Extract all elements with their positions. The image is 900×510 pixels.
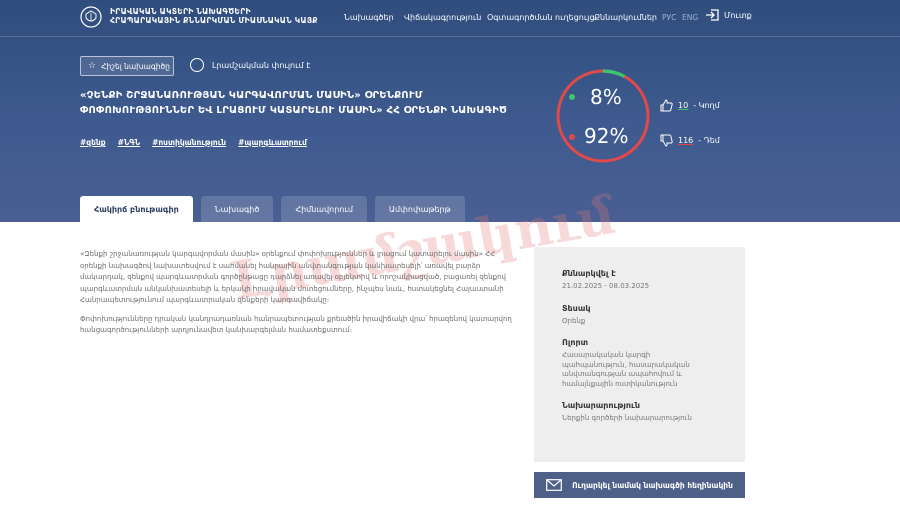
star-icon: ☆	[88, 61, 97, 71]
tag-weapon[interactable]: #զենք	[80, 138, 106, 147]
login-link[interactable]: Մուտք	[705, 9, 752, 21]
site-name[interactable]: ԻՐԱՎԱԿԱՆ ԱԿՏԵՐԻ ՆԱԽԱԳԾԵՐԻ ՀՐԱՊԱՐԱԿԱՅԻՆ Ք…	[110, 7, 318, 25]
info-label: Տեսակ	[562, 303, 591, 313]
info-value: Հասարակական կարգի պահպանություն, հասարակ…	[562, 351, 690, 388]
site-name-line1: ԻՐԱՎԱԿԱՆ ԱԿՏԵՐԻ ՆԱԽԱԳԾԵՐԻ	[110, 7, 251, 16]
info-value: Ներքին գործերի նախարարություն	[562, 414, 692, 422]
info-value: Օրենք	[562, 316, 586, 325]
thumbs-down-icon	[660, 134, 673, 147]
against-label: - Դեմ	[698, 136, 720, 145]
project-info-panel: Քննարկվել է 21.02.2025 - 08.03.2025 Տեսա…	[534, 247, 745, 462]
nav-user-guide[interactable]: Օգտագործման ուղեցույց	[487, 13, 595, 22]
login-label: Մուտք	[724, 10, 752, 20]
info-value: 21.02.2025 - 08.03.2025	[562, 282, 650, 290]
tag-list: #զենք #ՆԳՆ #ոստիկանություն #պարգևատրում	[80, 138, 307, 147]
against-dot	[569, 134, 575, 140]
site-name-line2: ՀՐԱՊԱՐԱԿԱՅԻՆ ՔՆՆԱՐԿՄԱՆ ՄԻԱՍՆԱԿԱՆ ԿԱՅՔ	[110, 16, 318, 25]
coat-of-arms-logo[interactable]	[80, 6, 102, 28]
for-count: 10	[678, 101, 689, 110]
against-count: 116	[678, 136, 694, 145]
email-author-button[interactable]: Ուղարկել նամակ նախագծի հեղինակին	[534, 472, 745, 498]
for-percent: 8%	[590, 85, 622, 109]
tag-ministry[interactable]: #ՆԳՆ	[118, 138, 140, 147]
tag-award[interactable]: #պարգևատրում	[238, 138, 307, 147]
vote-for[interactable]: 10 - Կողմ	[660, 99, 720, 112]
project-status: Լրամշակման փուլում է	[190, 58, 310, 72]
tab-summary[interactable]: Հակիրճ բնութագիր	[80, 196, 193, 222]
remember-project-button[interactable]: ☆ Հիշել նախագիծը	[80, 56, 174, 76]
tab-draft[interactable]: Նախագիծ	[200, 196, 274, 222]
login-icon	[706, 9, 719, 21]
thumbs-up-icon	[660, 99, 673, 112]
info-discussed: Քննարկվել է 21.02.2025 - 08.03.2025	[562, 269, 745, 292]
top-navigation-bar: ԻՐԱՎԱԿԱՆ ԱԿՏԵՐԻ ՆԱԽԱԳԾԵՐԻ ՀՐԱՊԱՐԱԿԱՅԻՆ Ք…	[0, 0, 900, 37]
summary-paragraph: Փոփոխությունները դրական կանդրադառնան հան…	[80, 314, 512, 335]
project-header: ԻՐԱՎԱԿԱՆ ԱԿՏԵՐԻ ՆԱԽԱԳԾԵՐԻ ՀՐԱՊԱՐԱԿԱՅԻՆ Ք…	[0, 0, 900, 222]
email-author-label: Ուղարկել նամակ նախագծի հեղինակին	[572, 480, 733, 490]
tag-police[interactable]: #ոստիկանություն	[152, 138, 226, 147]
info-label: Քննարկվել է	[562, 269, 616, 278]
vote-gauge	[556, 69, 650, 163]
remember-project-label: Հիշել նախագիծը	[101, 61, 170, 71]
lang-en[interactable]: ENG	[682, 13, 698, 22]
nav-projects[interactable]: Նախագծեր	[344, 13, 394, 22]
info-type: Տեսակ Օրենք	[562, 304, 745, 327]
nav-discussions[interactable]: Քննարկումներ	[594, 13, 657, 22]
summary-text: «Զենքի շրջանառության կարգավորման մասին» …	[80, 249, 520, 344]
envelope-icon	[546, 479, 562, 491]
against-percent: 92%	[584, 124, 629, 148]
info-label: Ոլորտ	[562, 338, 589, 347]
tab-justification[interactable]: Հիմնավորում	[281, 196, 367, 222]
summary-paragraph: «Զենքի շրջանառության կարգավորման մասին» …	[80, 250, 506, 304]
info-area: Ոլորտ Հասարակական կարգի պահպանություն, հ…	[562, 338, 745, 389]
status-circle-icon	[190, 58, 204, 72]
nav-statistics[interactable]: Վիճակագրություն	[404, 13, 481, 22]
info-label: Նախարարություն	[562, 401, 640, 410]
vote-against[interactable]: 116 - Դեմ	[660, 134, 720, 147]
project-tabs: Հակիրճ բնութագիր Նախագիծ Հիմնավորում Ամփ…	[80, 196, 465, 222]
lang-ru[interactable]: РУС	[662, 13, 676, 22]
for-dot	[569, 94, 575, 100]
project-title: «ՉԵՆՔԻ ՇՐՋԱՆԱՌՈՒԹՅԱՆ ԿԱՐԳԱՎՈՐՄԱՆ ՄԱՍԻՆ» …	[80, 90, 508, 116]
for-label: - Կողմ	[693, 101, 720, 110]
status-label: Լրամշակման փուլում է	[212, 60, 311, 70]
info-ministry: Նախարարություն Ներքին գործերի նախարարութ…	[562, 401, 745, 424]
